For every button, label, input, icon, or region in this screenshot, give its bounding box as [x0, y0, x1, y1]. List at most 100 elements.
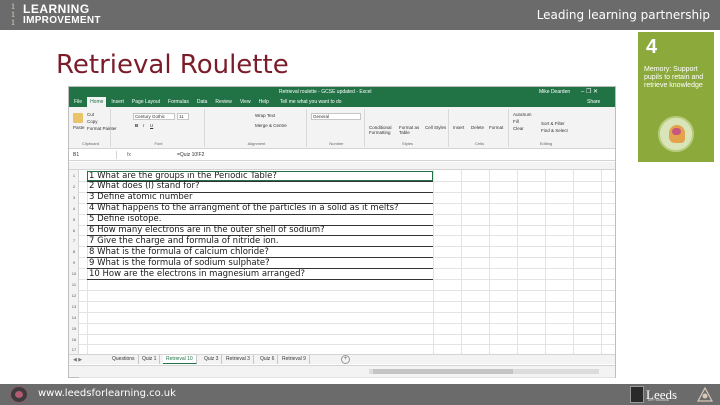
styles-group: Conditional Formatting Format as Table C…	[367, 109, 449, 147]
question-cell[interactable]: 4 What happens to the arrangment of the …	[89, 203, 399, 213]
row-number[interactable]: 9	[69, 260, 79, 265]
row-number[interactable]: 17	[69, 347, 79, 352]
paste-icon[interactable]	[73, 113, 83, 123]
row-gridline	[79, 322, 615, 324]
column-gridline	[87, 170, 88, 354]
merge-centre-button[interactable]: Merge & Centre	[255, 123, 287, 128]
bold-button[interactable]: B	[135, 123, 138, 128]
learning-improvement-logo: 1 1 1 LEARNING IMPROVEMENT	[6, 2, 101, 28]
ribbon-tab-formulas[interactable]: Formulas	[165, 97, 192, 107]
sheet-tab[interactable]: Quiz 1	[139, 355, 161, 364]
sheet-tab[interactable]: Questions	[109, 355, 139, 364]
row-number[interactable]: 10	[69, 271, 79, 276]
font-size-select[interactable]: 11	[177, 113, 189, 120]
cells-group: Insert Delete Format Cells	[451, 109, 509, 147]
row-number[interactable]: 11	[69, 282, 79, 287]
paste-button[interactable]: Paste	[73, 125, 85, 130]
ribbon-tabs: File Home Insert Page Layout Formulas Data Rev…	[69, 97, 615, 107]
row-number[interactable]: 1	[69, 173, 79, 178]
corner-ornament-icon	[696, 386, 714, 402]
ribbon-tab-data[interactable]: Data	[194, 97, 211, 107]
ribbon-tab-page-layout[interactable]: Page Layout	[129, 97, 163, 107]
font-name-select[interactable]: Century Gothic	[133, 113, 175, 120]
question-cell[interactable]: 8 What is the formula of calcium chlorid…	[89, 247, 269, 257]
row-number[interactable]: 7	[69, 238, 79, 243]
question-cell[interactable]: 6 How many electrons are in the outer sh…	[89, 225, 325, 235]
row-number[interactable]: 14	[69, 315, 79, 320]
sheet-tab[interactable]: Retrieval 3	[223, 355, 254, 364]
row-number[interactable]: 2	[69, 184, 79, 189]
ribbon-tab-help[interactable]: Help	[256, 97, 272, 107]
row-number[interactable]: 4	[69, 206, 79, 211]
clear-button[interactable]: Clear	[513, 126, 524, 131]
card-text: Memory: Support pupils to retain and ret…	[644, 66, 704, 89]
italic-button[interactable]: I	[143, 123, 144, 128]
fill-button[interactable]: Fill	[513, 119, 519, 124]
ribbon-tab-insert[interactable]: Insert	[108, 97, 127, 107]
group-label: Cells	[475, 141, 484, 146]
sort-filter-button[interactable]: Sort & Filter	[541, 121, 565, 126]
ribbon-tab-review[interactable]: Review	[212, 97, 234, 107]
row-gridline	[79, 377, 615, 379]
format-cells-button[interactable]: Format	[489, 125, 503, 130]
sheet-tab[interactable]: Retrieval 10	[163, 355, 197, 364]
fx-icon[interactable]: fx	[127, 151, 131, 159]
cell-styles-button[interactable]: Cell Styles	[425, 125, 447, 130]
row-number[interactable]: 16	[69, 337, 79, 342]
row-number[interactable]: 3	[69, 195, 79, 200]
delete-cells-button[interactable]: Delete	[471, 125, 484, 130]
group-label: Font	[154, 141, 163, 146]
row-number[interactable]: 13	[69, 304, 79, 309]
ribbon-tab-file[interactable]: File	[71, 97, 85, 107]
find-select-button[interactable]: Find & Select	[541, 128, 568, 133]
group-label: Editing	[539, 141, 553, 146]
cell-bottom-border	[87, 279, 433, 280]
share-button[interactable]: Share	[587, 99, 600, 105]
leeds-for-learning-logo	[10, 386, 28, 403]
worksheet-grid[interactable]: 12345678910111213141516171819 1 What are…	[69, 162, 615, 379]
row-gridline	[79, 300, 615, 302]
format-as-table-button[interactable]: Format as Table	[399, 125, 423, 135]
formula-input[interactable]: =Quiz 10!F2	[177, 151, 204, 159]
sheet-tab-bar: ◀ ▶ + Questions Quiz 1 Retrieval 10 Quiz 3R…	[69, 354, 615, 364]
underline-button[interactable]: U	[150, 123, 153, 128]
row-number[interactable]: 5	[69, 217, 79, 222]
copy-button[interactable]: Copy	[87, 119, 98, 124]
question-cell[interactable]: 10 How are the electrons in magnesium ar…	[89, 269, 305, 279]
sheet-tab[interactable]: Quiz 6	[257, 355, 279, 364]
ribbon-tab-home[interactable]: Home	[87, 97, 107, 107]
column-gridline	[517, 170, 518, 354]
ribbon-tab-view[interactable]: View	[237, 97, 254, 107]
sheet-tab[interactable]: Quiz 3	[201, 355, 223, 364]
window-controls[interactable]: – ❐ ✕	[581, 88, 598, 95]
tell-me-search[interactable]: Tell me what you want to do	[274, 97, 348, 107]
tagline: Leading learning partnership	[536, 8, 710, 22]
cut-button[interactable]: Cut	[87, 112, 94, 117]
scrollbar-thumb[interactable]	[373, 369, 513, 374]
row-number[interactable]: 15	[69, 326, 79, 331]
row-headers[interactable]: 12345678910111213141516171819	[69, 170, 79, 374]
add-sheet-button[interactable]: +	[341, 355, 350, 364]
sheet-nav-arrows[interactable]: ◀ ▶	[73, 357, 82, 363]
excel-window: Retrieval roulette - GCSE updated - Exce…	[68, 86, 616, 379]
row-number[interactable]: 6	[69, 228, 79, 233]
name-box[interactable]: B1	[71, 151, 117, 159]
column-headers[interactable]	[69, 162, 615, 170]
row-number[interactable]: 12	[69, 293, 79, 298]
horizontal-scrollbar[interactable]	[369, 369, 599, 374]
sheet-tab[interactable]: Retrieval 9	[279, 355, 310, 364]
question-cell[interactable]: 9 What is the formula of sodium sulphate…	[89, 258, 270, 268]
autosum-button[interactable]: AutoSum	[513, 112, 532, 117]
row-number[interactable]: 8	[69, 249, 79, 254]
conditional-formatting-button[interactable]: Conditional Formatting	[369, 125, 397, 135]
wrap-text-button[interactable]: Wrap Text	[255, 113, 275, 118]
row-gridline	[79, 333, 615, 335]
question-cell[interactable]: 2 What does (l) stand for?	[89, 181, 199, 191]
question-cell[interactable]: 3 Define atomic number	[89, 192, 193, 202]
column-gridline	[433, 170, 434, 354]
question-cell[interactable]: 5 Define isotope.	[89, 214, 161, 224]
question-cell[interactable]: 7 Give the charge and formula of nitride…	[89, 236, 279, 246]
insert-cells-button[interactable]: Insert	[453, 125, 464, 130]
selected-cell[interactable]	[87, 171, 433, 181]
number-format-select[interactable]: General	[311, 113, 361, 120]
